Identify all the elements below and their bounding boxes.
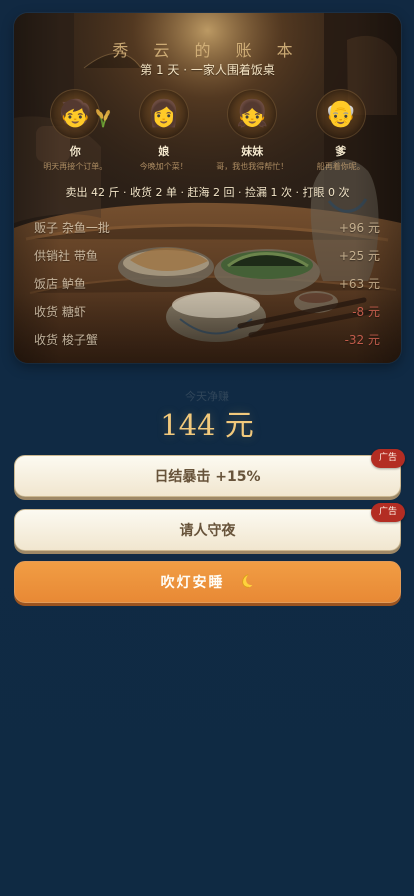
daily-summary: 卖出 42 斤 · 收货 2 单 · 赶海 2 回 · 捡漏 1 次 · 打眼 … — [65, 186, 350, 199]
day-title: 第 1 天 · 一家人围着饭桌 — [140, 63, 275, 77]
night-guard-button[interactable]: 请人守夜 广告 — [14, 503, 405, 551]
night-guard-label: 请人守夜 — [179, 523, 236, 539]
ad-badge: 广告 — [371, 503, 405, 522]
today-earnings-total: 144 元 — [160, 408, 254, 442]
ledger-amount: +63 元 — [338, 276, 380, 291]
family-member-father: 👴 爹 船再着你呢。 — [297, 89, 386, 181]
ledger-label: 收货 糖虾 — [34, 304, 86, 319]
ledger-amount: -32 元 — [344, 332, 380, 347]
ledger-label: 供销社 带鱼 — [34, 248, 98, 263]
sleep-label: 吹灯安睡 — [160, 575, 225, 591]
ledger-card: 秀 云 的 账 本 第 1 天 · 一家人围着饭桌 🧒 你 明天再接个订单。 👩… — [14, 13, 401, 363]
mother-face-icon: 👩 — [138, 89, 189, 139]
ledger-overlay: 秀 云 的 账 本 第 1 天 · 一家人围着饭桌 🧒 你 明天再接个订单。 👩… — [14, 13, 401, 363]
ledger-list: 贩子 杂鱼一批 +96 元 供销社 带鱼 +25 元 饭店 鲈鱼 +63 元 收… — [34, 213, 380, 353]
daily-boost-button[interactable]: 日结暴击 +15% 广告 — [14, 449, 405, 497]
sister-face-icon: 👧 — [227, 89, 278, 139]
ledger-label: 收货 梭子蟹 — [34, 332, 98, 347]
ledger-title: 秀 云 的 账 本 — [112, 41, 303, 60]
family-member-mother: 👩 娘 今晚加个菜！ — [120, 89, 209, 181]
ledger-screen: 秀 云 的 账 本 第 1 天 · 一家人围着饭桌 🧒 你 明天再接个订单。 👩… — [0, 0, 414, 896]
sleep-button[interactable]: 吹灯安睡 — [14, 561, 401, 603]
moon-icon — [242, 574, 253, 588]
ad-badge: 广告 — [371, 449, 405, 468]
family-row: 🧒 你 明天再接个订单。 👩 娘 今晚加个菜！ 👧 妹妹 哥，我也我得帮忙！ 👴… — [31, 89, 385, 181]
ledger-row: 收货 梭子蟹 -32 元 — [34, 325, 380, 353]
family-name: 爹 — [335, 145, 347, 158]
family-name: 娘 — [158, 145, 170, 158]
family-line: 船再着你呢。 — [316, 162, 365, 171]
ledger-row: 供销社 带鱼 +25 元 — [34, 241, 380, 269]
ledger-label: 饭店 鲈鱼 — [34, 276, 86, 291]
family-name: 你 — [69, 145, 81, 158]
family-line: 明天再接个订单。 — [43, 162, 108, 171]
grandfather-face-icon: 👴 — [315, 89, 366, 139]
ledger-row: 收货 糖虾 -8 元 — [34, 297, 380, 325]
ledger-label: 贩子 杂鱼一批 — [34, 220, 110, 235]
ledger-amount: +96 元 — [338, 220, 380, 235]
family-line: 今晚加个菜！ — [139, 162, 188, 171]
ledger-amount: +25 元 — [338, 248, 380, 263]
ledger-amount: -8 元 — [352, 304, 380, 319]
family-member-you: 🧒 你 明天再接个订单。 — [31, 89, 120, 181]
rice-icon — [96, 109, 111, 128]
ledger-row: 贩子 杂鱼一批 +96 元 — [34, 213, 380, 241]
family-name: 妹妹 — [241, 145, 264, 158]
family-member-sister: 👧 妹妹 哥，我也我得帮忙！ — [208, 89, 297, 181]
family-line: 哥，我也我得帮忙！ — [216, 162, 289, 171]
ledger-row: 饭店 鲈鱼 +63 元 — [34, 269, 380, 297]
daily-boost-label: 日结暴击 +15% — [154, 469, 261, 485]
